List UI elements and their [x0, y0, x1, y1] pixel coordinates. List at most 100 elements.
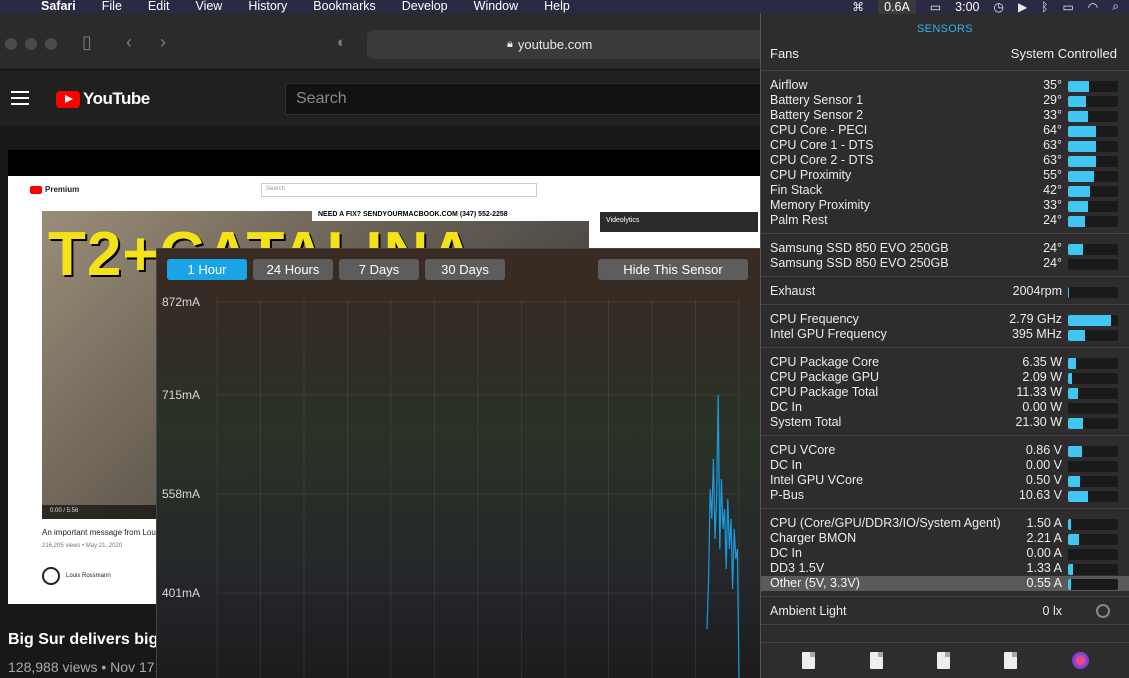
video-title[interactable]: Big Sur delivers big	[8, 631, 158, 649]
privacy-shield-icon[interactable]: ◐	[337, 34, 346, 51]
sensor-label: Exhaust	[770, 284, 816, 298]
sensor-row[interactable]: Charger BMON 2.21 A	[761, 531, 1129, 546]
play-icon[interactable]: ▶	[1018, 0, 1027, 14]
range-7-days-button[interactable]: 7 Days	[339, 259, 419, 280]
sensor-row[interactable]: DC In 0.00 V	[761, 458, 1129, 473]
clock[interactable]: 3:00	[955, 0, 979, 14]
sensor-row[interactable]: Fin Stack 42°	[761, 183, 1129, 198]
sensor-row[interactable]: CPU Core - PECI 64°	[761, 123, 1129, 138]
back-icon[interactable]: ‹	[126, 32, 132, 53]
forward-icon[interactable]: ›	[160, 32, 166, 53]
sensor-row[interactable]: Memory Proximity 33°	[761, 198, 1129, 213]
sensor-row[interactable]: CPU Core 1 - DTS 63°	[761, 138, 1129, 153]
embedded-sidebar-tool: Videolytics	[600, 212, 758, 232]
embedded-user: Louis Rossmann	[42, 567, 111, 585]
sensor-level-fill	[1068, 216, 1085, 227]
sensor-level-fill	[1068, 156, 1096, 167]
sensor-row[interactable]: DC In 0.00 A	[761, 546, 1129, 561]
sensor-label: CPU Proximity	[770, 168, 852, 182]
range-24-hours-button[interactable]: 24 Hours	[253, 259, 333, 280]
range-30-days-button[interactable]: 30 Days	[425, 259, 505, 280]
sensor-row[interactable]: Samsung SSD 850 EVO 250GB 24°	[761, 241, 1129, 256]
sensor-label: CPU VCore	[770, 443, 836, 457]
sensor-row[interactable]: CPU Proximity 55°	[761, 168, 1129, 183]
sensor-row[interactable]: CPU Package GPU 2.09 W	[761, 370, 1129, 385]
document-icon[interactable]	[1004, 652, 1018, 669]
address-text: youtube.com	[517, 37, 593, 52]
sensor-row[interactable]: CPU Package Total 11.33 W	[761, 385, 1129, 400]
sensor-row[interactable]: Airflow 35°	[761, 78, 1129, 93]
time-machine-icon[interactable]: ◷	[994, 0, 1004, 14]
sensor-row[interactable]: Intel GPU Frequency 395 MHz	[761, 327, 1129, 342]
sensor-value: 1.50 A	[1026, 516, 1062, 530]
battery-small-icon[interactable]: ▭	[930, 0, 941, 14]
menu-app-name[interactable]: Safari	[28, 0, 89, 13]
sensor-label: CPU Frequency	[770, 312, 859, 326]
menu-bookmarks[interactable]: Bookmarks	[300, 0, 389, 13]
app-settings-icon[interactable]	[1071, 652, 1089, 669]
wifi-icon[interactable]: ◠	[1088, 0, 1098, 14]
sensor-level-fill	[1068, 373, 1072, 384]
sensor-row[interactable]: Battery Sensor 1 29°	[761, 93, 1129, 108]
sensor-row[interactable]: CPU (Core/GPU/DDR3/IO/System Agent) 1.50 …	[761, 516, 1129, 531]
youtube-logo[interactable]: YouTube	[56, 89, 150, 109]
range-1-hour-button[interactable]: 1 Hour	[167, 259, 247, 280]
address-bar[interactable]: 🔒︎ youtube.com	[367, 30, 760, 59]
sensor-level-bar	[1068, 141, 1118, 152]
sensor-level-bar	[1068, 446, 1118, 457]
menu-icon[interactable]	[11, 91, 29, 109]
sensor-row[interactable]: CPU Frequency 2.79 GHz	[761, 312, 1129, 327]
sensor-value: 0 lx	[1042, 604, 1062, 618]
sensor-row[interactable]: Other (5V, 3.3V) 0.55 A	[761, 576, 1129, 591]
video-meta: 128,988 views • Nov 17,	[8, 659, 159, 675]
sensor-row[interactable]: Ambient Light 0 lx	[761, 604, 1129, 619]
menu-develop[interactable]: Develop	[389, 0, 461, 13]
sensor-row[interactable]: Battery Sensor 2 33°	[761, 108, 1129, 123]
document-icon[interactable]	[869, 652, 883, 669]
search-icon[interactable]: ⌕	[1112, 0, 1119, 14]
sensor-level-fill	[1068, 358, 1076, 369]
sensor-level-bar	[1068, 403, 1118, 414]
sensor-row[interactable]: CPU Package Core 6.35 W	[761, 355, 1129, 370]
sensor-row[interactable]: Exhaust 2004rpm	[761, 284, 1129, 299]
sensor-row[interactable]: P-Bus 10.63 V	[761, 488, 1129, 503]
menu-window[interactable]: Window	[461, 0, 531, 13]
sidebar-toggle-icon[interactable]: ▯	[82, 32, 92, 53]
menu-edit[interactable]: Edit	[135, 0, 183, 13]
amp-reading[interactable]: 0.6A	[878, 0, 916, 14]
sensor-level-bar	[1068, 111, 1118, 122]
sensor-level-fill	[1068, 111, 1088, 122]
hide-sensor-button[interactable]: Hide This Sensor	[598, 259, 748, 280]
sensor-value: 0.00 W	[1022, 400, 1062, 414]
menu-history[interactable]: History	[235, 0, 300, 13]
embedded-avatar	[42, 567, 60, 585]
menu-file[interactable]: File	[89, 0, 135, 13]
sensor-label: System Total	[770, 415, 842, 429]
sensor-row[interactable]: CPU Core 2 - DTS 63°	[761, 153, 1129, 168]
sensor-value: 0.50 V	[1025, 473, 1062, 487]
document-icon[interactable]	[936, 652, 950, 669]
sensor-row[interactable]: DC In 0.00 W	[761, 400, 1129, 415]
sensor-row[interactable]: System Total 21.30 W	[761, 415, 1129, 430]
menu-view[interactable]: View	[182, 0, 235, 13]
sensor-row[interactable]: Samsung SSD 850 EVO 250GB 24°	[761, 256, 1129, 271]
sensor-row[interactable]: DD3 1.5V 1.33 A	[761, 561, 1129, 576]
sensor-level-fill	[1068, 418, 1083, 429]
bluetooth-icon[interactable]: ᛒ	[1041, 0, 1048, 14]
zoom-window-icon[interactable]	[45, 38, 57, 50]
embedded-meta: 216,205 views • May 21, 2020	[42, 543, 123, 549]
minimize-window-icon[interactable]	[25, 38, 37, 50]
sensor-label: CPU Core 2 - DTS	[770, 153, 874, 167]
status-menu-icon[interactable]: ⌘	[852, 0, 864, 14]
sensor-row[interactable]: Intel GPU VCore 0.50 V	[761, 473, 1129, 488]
close-window-icon[interactable]	[5, 38, 17, 50]
sensor-level-bar	[1068, 259, 1118, 270]
search-input[interactable]: Search	[285, 83, 760, 115]
menu-help[interactable]: Help	[531, 0, 583, 13]
sensor-row[interactable]: Palm Rest 24°	[761, 213, 1129, 228]
document-icon[interactable]	[802, 652, 816, 669]
battery-icon[interactable]: ▭	[1062, 0, 1073, 14]
fans-row[interactable]: Fans System Controlled	[761, 46, 1129, 71]
sensor-row[interactable]: CPU VCore 0.86 V	[761, 443, 1129, 458]
sensor-level-bar	[1068, 287, 1118, 298]
